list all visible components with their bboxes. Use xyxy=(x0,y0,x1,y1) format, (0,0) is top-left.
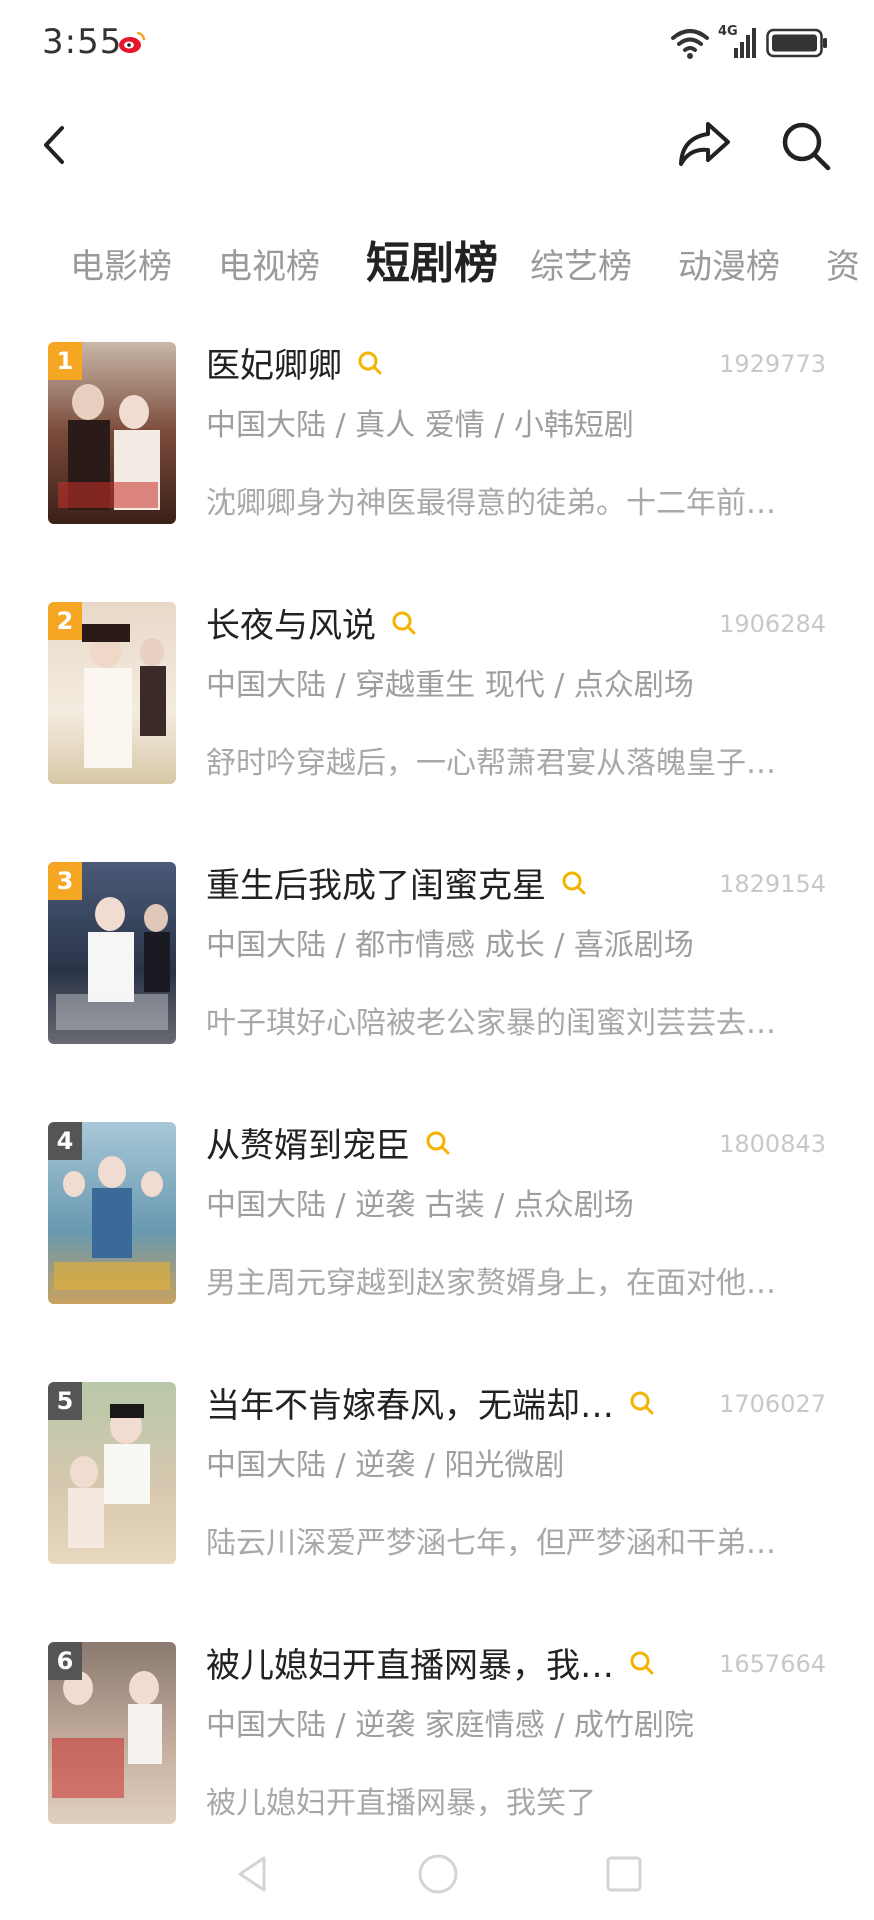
title-row: 重生后我成了闺蜜克星 1829154 xyxy=(206,858,826,908)
list-item[interactable]: 2 长夜与风说 1906284 中国大陆 / 穿越重生 现代 / 点众剧场 舒时… xyxy=(0,590,874,830)
list-item[interactable]: 6 被儿媳妇开直播网暴，我… 1657664 中国大陆 / 逆袭 家庭情感 / … xyxy=(0,1630,874,1870)
drama-meta: 中国大陆 / 逆袭 家庭情感 / 成竹剧院 xyxy=(206,1708,694,1743)
rank-badge: 5 xyxy=(48,1382,82,1420)
rank-badge: 4 xyxy=(48,1122,82,1160)
system-recents-icon[interactable] xyxy=(604,1854,644,1894)
system-navigation-bar xyxy=(0,1840,874,1920)
hot-count: 1706027 xyxy=(719,1390,826,1418)
list-item[interactable]: 5 当年不肯嫁春风，无端却… 1706027 中国大陆 / 逆袭 / 阳光微剧 … xyxy=(0,1370,874,1610)
title-row: 被儿媳妇开直播网暴，我… 1657664 xyxy=(206,1638,826,1688)
poster-image[interactable]: 6 xyxy=(48,1642,176,1824)
title-row: 从赘婿到宠臣 1800843 xyxy=(206,1118,826,1168)
drama-title[interactable]: 从赘婿到宠臣 xyxy=(206,1118,410,1167)
drama-title[interactable]: 重生后我成了闺蜜克星 xyxy=(206,858,546,907)
system-home-icon[interactable] xyxy=(416,1852,460,1896)
poster-image[interactable]: 4 xyxy=(48,1122,176,1304)
tab-movies[interactable]: 电影榜 xyxy=(70,239,172,288)
poster-image[interactable]: 2 xyxy=(48,602,176,784)
search-icon[interactable] xyxy=(560,869,588,897)
rank-badge: 6 xyxy=(48,1642,82,1680)
drama-meta: 中国大陆 / 逆袭 / 阳光微剧 xyxy=(206,1448,565,1483)
wifi-icon xyxy=(671,29,709,59)
top-nav-bar xyxy=(0,100,874,190)
list-item[interactable]: 3 重生后我成了闺蜜克星 1829154 中国大陆 / 都市情感 成长 / 喜派… xyxy=(0,850,874,1090)
drama-description: 叶子琪好心陪被老公家暴的闺蜜刘芸芸去… xyxy=(206,1006,776,1041)
share-button[interactable] xyxy=(676,118,732,170)
search-icon[interactable] xyxy=(628,1649,656,1677)
status-time: 3:55 xyxy=(42,22,123,62)
signal-4g-icon: 4G xyxy=(718,24,758,60)
drama-meta: 中国大陆 / 穿越重生 现代 / 点众剧场 xyxy=(206,668,694,703)
status-bar: 3:55 4G xyxy=(0,0,874,90)
poster-image[interactable]: 3 xyxy=(48,862,176,1044)
ranking-tabs: 电影榜 电视榜 短剧榜 综艺榜 动漫榜 资 xyxy=(0,225,874,305)
battery-icon xyxy=(766,28,827,58)
drama-description: 被儿媳妇开直播网暴，我笑了 xyxy=(206,1786,596,1821)
search-button[interactable] xyxy=(778,118,834,174)
weibo-icon xyxy=(119,31,146,53)
poster-image[interactable]: 5 xyxy=(48,1382,176,1564)
title-row: 医妃卿卿 1929773 xyxy=(206,338,826,388)
tab-short-drama[interactable]: 短剧榜 xyxy=(366,227,498,291)
search-icon[interactable] xyxy=(356,349,384,377)
search-icon[interactable] xyxy=(390,609,418,637)
list-item[interactable]: 1 医妃卿卿 1929773 中国大陆 / 真人 爱情 / 小韩短剧 沈卿卿身为… xyxy=(0,330,874,570)
system-back-icon[interactable] xyxy=(232,1852,272,1896)
title-row: 长夜与风说 1906284 xyxy=(206,598,826,648)
rank-badge: 2 xyxy=(48,602,82,640)
drama-description: 陆云川深爱严梦涵七年，但严梦涵和干弟… xyxy=(206,1526,776,1561)
drama-meta: 中国大陆 / 都市情感 成长 / 喜派剧场 xyxy=(206,928,694,963)
hot-count: 1906284 xyxy=(719,610,826,638)
poster-image[interactable]: 1 xyxy=(48,342,176,524)
search-icon[interactable] xyxy=(424,1129,452,1157)
hot-count: 1657664 xyxy=(719,1650,826,1678)
drama-meta: 中国大陆 / 逆袭 古装 / 点众剧场 xyxy=(206,1188,634,1223)
rank-badge: 3 xyxy=(48,862,82,900)
drama-description: 沈卿卿身为神医最得意的徒弟。十二年前… xyxy=(206,486,776,521)
tab-anime[interactable]: 动漫榜 xyxy=(678,239,780,288)
drama-meta: 中国大陆 / 真人 爱情 / 小韩短剧 xyxy=(206,408,634,443)
hot-count: 1800843 xyxy=(719,1130,826,1158)
tab-variety[interactable]: 综艺榜 xyxy=(530,239,632,288)
drama-title[interactable]: 医妃卿卿 xyxy=(206,338,342,387)
title-row: 当年不肯嫁春风，无端却… 1706027 xyxy=(206,1378,826,1428)
tab-more[interactable]: 资 xyxy=(826,239,860,288)
search-icon[interactable] xyxy=(628,1389,656,1417)
back-button[interactable] xyxy=(30,120,80,170)
tab-tv[interactable]: 电视榜 xyxy=(218,239,320,288)
list-item[interactable]: 4 从赘婿到宠臣 1800843 中国大陆 / 逆袭 古装 / 点众剧场 男主周… xyxy=(0,1110,874,1350)
drama-title[interactable]: 长夜与风说 xyxy=(206,598,376,647)
drama-description: 男主周元穿越到赵家赘婿身上，在面对他… xyxy=(206,1266,776,1301)
hot-count: 1829154 xyxy=(719,870,826,898)
drama-title[interactable]: 当年不肯嫁春风，无端却… xyxy=(206,1378,614,1427)
drama-title[interactable]: 被儿媳妇开直播网暴，我… xyxy=(206,1638,614,1687)
hot-count: 1929773 xyxy=(719,350,826,378)
drama-description: 舒时吟穿越后，一心帮萧君宴从落魄皇子… xyxy=(206,746,776,781)
rank-badge: 1 xyxy=(48,342,82,380)
